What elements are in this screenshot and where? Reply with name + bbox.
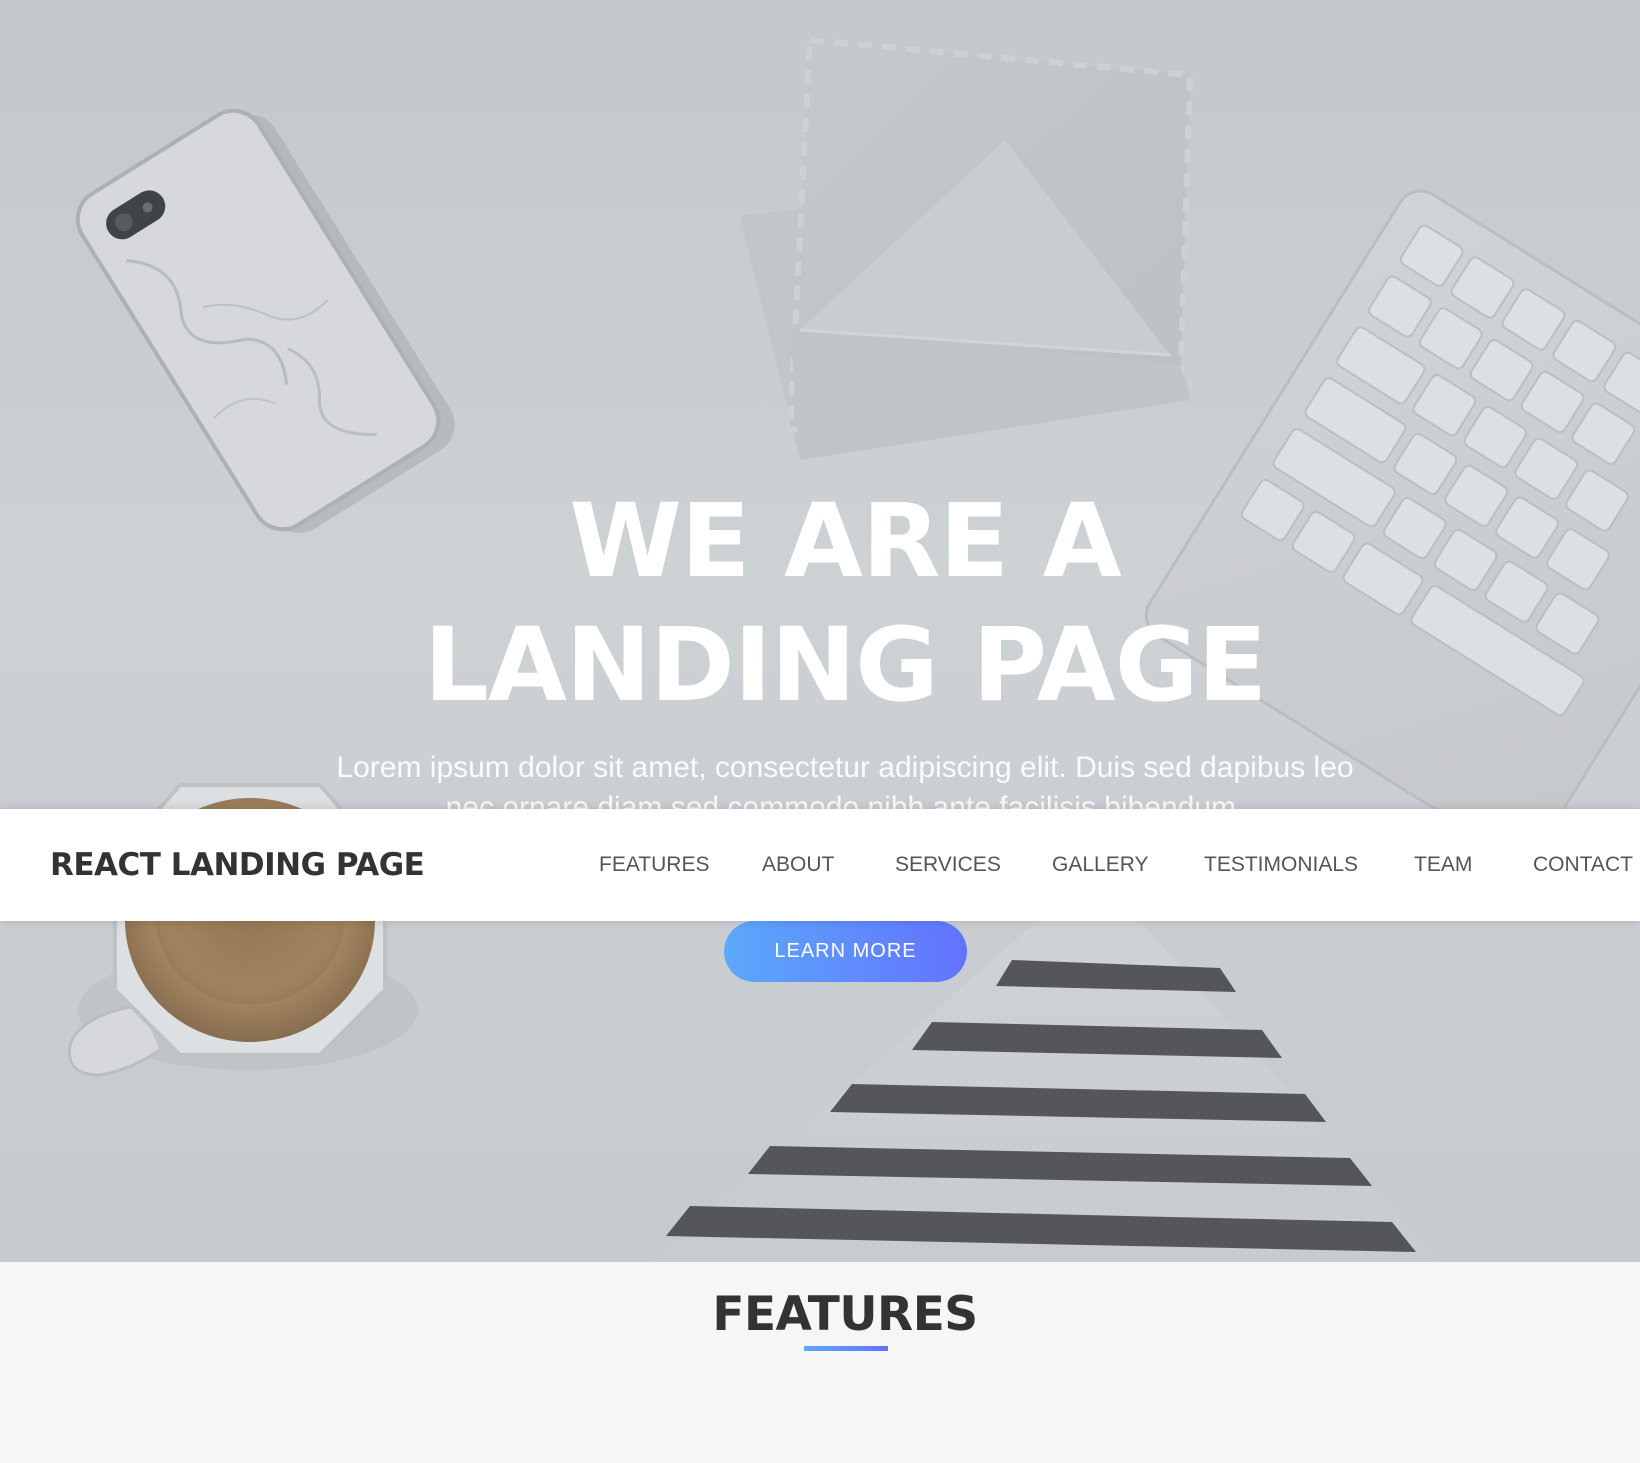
nav-link-testimonials[interactable]: TESTIMONIALS	[1204, 809, 1358, 921]
nav-link-gallery[interactable]: GALLERY	[1052, 809, 1149, 921]
nav-link-contact[interactable]: CONTACT	[1533, 809, 1633, 921]
title-underline	[804, 1346, 888, 1351]
hero-title-line-2: LANDING PAGE	[423, 606, 1267, 725]
nav-link-about[interactable]: ABOUT	[762, 809, 834, 921]
hero-title-line-1: WE ARE A	[569, 482, 1121, 601]
navbar: REACT LANDING PAGE FEATURES ABOUT SERVIC…	[0, 809, 1640, 921]
nav-link-services[interactable]: SERVICES	[895, 809, 1001, 921]
brand-logo[interactable]: REACT LANDING PAGE	[50, 809, 425, 921]
features-title: FEATURES	[712, 1287, 978, 1342]
features-section: FEATURES	[0, 1262, 1640, 1463]
learn-more-button[interactable]: LEARN MORE	[724, 921, 967, 982]
nav-link-features[interactable]: FEATURES	[599, 809, 709, 921]
hero-section: WE ARE A LANDING PAGE Lorem ipsum dolor …	[0, 0, 1640, 1262]
nav-link-team[interactable]: TEAM	[1414, 809, 1472, 921]
hero-title: WE ARE A LANDING PAGE	[0, 480, 1640, 728]
